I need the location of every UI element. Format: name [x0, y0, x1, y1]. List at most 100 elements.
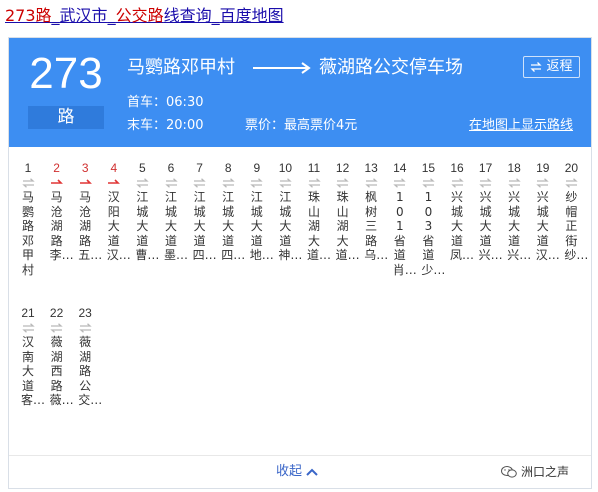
stop-item[interactable]: 7 江城大道四… — [187, 160, 217, 263]
stop-item[interactable]: 18 兴城大道兴… — [501, 160, 532, 263]
stop-list: 1 马鹦路邓甲村 2 马沧湖路李… 3 马沧湖路五… 4 汉阳大道汉… 5 江城大道曹… 6 江城大道… — [15, 160, 588, 460]
direction-indicator — [158, 176, 184, 190]
stop-name: 珠山湖大道… — [335, 190, 360, 262]
stop-index: 11 — [307, 161, 321, 175]
stop-item[interactable]: 9 江城大道地… — [244, 160, 274, 263]
stop-item[interactable]: 20 纱帽正街纱… — [558, 160, 588, 263]
stop-index: 3 — [81, 161, 89, 175]
stop-index: 13 — [364, 161, 378, 175]
watermark-text: 洲口之声 — [521, 465, 570, 479]
stop-index: 4 — [110, 161, 118, 175]
bidirectional-arrow-icon — [221, 178, 235, 188]
title-line-word[interactable]: 线查询 — [164, 6, 212, 25]
bidirectional-arrow-icon — [393, 178, 407, 188]
direction-indicator — [215, 176, 241, 190]
stop-item[interactable]: 3 马沧湖路五… — [72, 160, 102, 263]
stop-item[interactable]: 21 汉南大道客… — [15, 305, 46, 408]
stop-name: 薇湖路公交… — [78, 335, 103, 407]
stop-name: 汉南大道客… — [21, 335, 46, 407]
title-category[interactable]: 公交路 — [116, 6, 164, 25]
bus-arriving-arrow-icon — [51, 179, 64, 184]
direction-indicator — [530, 176, 556, 190]
bus-route-card: 273 路 马鹦路邓甲村 薇湖路公交停车场 返程 首车：06:30 末车：20:… — [8, 37, 592, 489]
stop-item[interactable]: 11 珠山湖大道… — [301, 160, 332, 263]
stop-index: 1 — [24, 161, 32, 175]
stop-item[interactable]: 17 兴城大道兴… — [473, 160, 503, 263]
stop-name: 江城大道曹… — [135, 190, 160, 262]
direction-indicator — [72, 176, 98, 190]
stop-index: 18 — [507, 161, 521, 175]
direction-indicator — [72, 321, 98, 335]
fare-info: 票价：最高票价4元 — [245, 117, 357, 135]
stop-index: 19 — [536, 161, 550, 175]
last-bus-info: 末车：20:00 — [127, 117, 203, 135]
stop-index: 12 — [335, 161, 350, 175]
stop-item[interactable]: 22 薇湖西路薇… — [44, 305, 74, 408]
stop-index: 21 — [21, 306, 35, 320]
stop-name: 兴城大道凤… — [450, 190, 475, 262]
stop-item[interactable]: 1 马鹦路邓甲村 — [15, 160, 41, 277]
stop-name: 马鹦路邓甲村 — [21, 190, 34, 277]
stop-item[interactable]: 2 马沧湖路李… — [44, 160, 74, 263]
stop-index: 23 — [78, 306, 92, 320]
collapse-button[interactable]: 收起 — [276, 463, 318, 481]
title-route[interactable]: 273路 — [5, 6, 52, 25]
direction-indicator — [15, 176, 41, 190]
stop-item[interactable]: 14 101省道肖… — [387, 160, 417, 277]
bidirectional-arrow-icon — [78, 323, 92, 333]
stop-name: 珠山湖大道… — [307, 190, 332, 262]
stop-index: 8 — [224, 161, 232, 175]
right-arrow-icon — [253, 62, 311, 74]
stop-index: 6 — [167, 161, 175, 175]
bidirectional-arrow-icon — [364, 178, 378, 188]
stop-index: 15 — [421, 161, 436, 175]
direction-indicator — [330, 176, 356, 190]
return-trip-button[interactable]: 返程 — [523, 56, 580, 78]
direction-indicator — [387, 176, 413, 190]
direction-indicator — [558, 176, 584, 190]
page-title-link[interactable]: 273路_武汉市_公交路线查询_百度地图 — [5, 4, 284, 28]
stop-item[interactable]: 4 汉阳大道汉… — [101, 160, 131, 263]
bidirectional-arrow-icon — [50, 323, 63, 333]
stop-item[interactable]: 10 江城大道神… — [272, 160, 302, 263]
wechat-icon — [501, 466, 517, 478]
stop-item[interactable]: 23 薇湖路公交… — [72, 305, 103, 408]
direction-indicator — [244, 176, 270, 190]
show-route-on-map-link[interactable]: 在地图上显示路线 — [469, 117, 573, 135]
route-unit-badge: 路 — [28, 106, 104, 129]
direction-indicator — [358, 176, 384, 190]
route-number: 273 — [29, 49, 103, 98]
stop-item[interactable]: 15 103省道少… — [415, 160, 445, 277]
stop-item[interactable]: 13 枫树三路乌… — [358, 160, 389, 263]
title-city[interactable]: 武汉市 — [60, 6, 108, 25]
stop-item[interactable]: 16 兴城大道凤… — [444, 160, 475, 263]
stop-index: 17 — [478, 161, 493, 175]
collapse-label: 收起 — [276, 464, 303, 479]
stop-item[interactable]: 6 江城大道墨… — [158, 160, 188, 263]
title-site[interactable]: 百度地图 — [220, 6, 284, 25]
direction-indicator — [301, 176, 327, 190]
direction-indicator — [501, 176, 527, 190]
bidirectional-arrow-icon — [193, 178, 206, 188]
stop-item[interactable]: 5 江城大道曹… — [129, 160, 160, 263]
bidirectional-arrow-icon — [250, 178, 264, 188]
title-sep: _ — [211, 6, 220, 25]
bidirectional-arrow-icon — [21, 323, 35, 333]
stop-name: 兴城大道兴… — [507, 190, 532, 262]
stop-name: 兴城大道汉… — [535, 190, 560, 262]
stop-item[interactable]: 12 珠山湖大道… — [330, 160, 360, 263]
stop-name: 马沧湖路李… — [49, 190, 74, 262]
bidirectional-arrow-icon — [307, 178, 321, 188]
bidirectional-arrow-icon — [136, 178, 149, 188]
stop-item[interactable]: 19 兴城大道汉… — [530, 160, 560, 263]
stop-name: 101省道肖… — [392, 190, 417, 277]
stop-item[interactable]: 8 江城大道四… — [215, 160, 245, 263]
last-bus-time: 20:00 — [166, 118, 204, 133]
stop-name: 枫树三路乌… — [364, 190, 389, 262]
stop-name: 兴城大道兴… — [478, 190, 503, 262]
stop-index: 2 — [53, 161, 60, 175]
bidirectional-arrow-icon — [336, 178, 349, 188]
stop-name: 江城大道四… — [192, 190, 217, 262]
direction-indicator — [44, 321, 70, 335]
bidirectional-arrow-icon — [565, 178, 578, 188]
